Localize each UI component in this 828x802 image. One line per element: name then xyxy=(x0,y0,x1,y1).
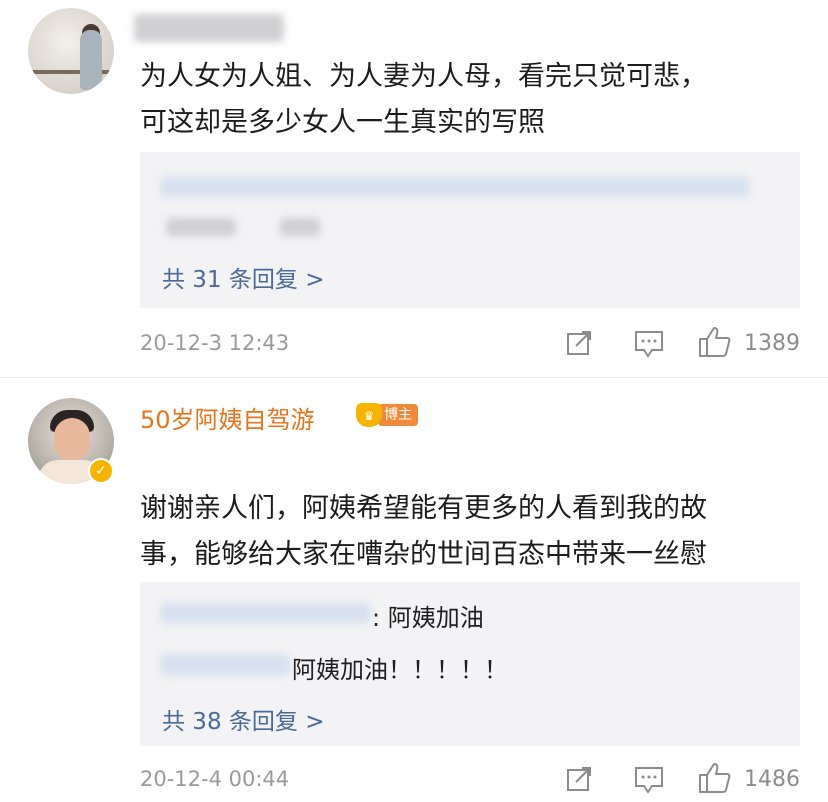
comment-text: 为人女为人姐、为人妻为人母，看完只觉可悲， 可这却是多少女人一生真实的写照 xyxy=(140,61,707,138)
blurred-reply-user xyxy=(160,654,290,676)
like-icon xyxy=(699,327,731,357)
share-button[interactable] xyxy=(566,766,594,792)
share-button[interactable] xyxy=(566,330,594,356)
reply-preview-box[interactable]: 共 31 条回复 > xyxy=(140,152,800,308)
share-icon xyxy=(567,331,591,355)
comment-time: 20-12-3 12:43 xyxy=(140,331,290,355)
blurred-reply xyxy=(280,218,320,236)
more-replies-link[interactable]: 共 31 条回复 > xyxy=(162,260,324,294)
badge-label: 博主 xyxy=(378,404,418,426)
blurred-reply xyxy=(160,176,750,198)
like-button[interactable] xyxy=(698,326,732,358)
like-button[interactable] xyxy=(698,762,732,794)
share-icon xyxy=(567,767,591,791)
vip-badge: ♛ 博主 xyxy=(356,402,418,428)
comment-icon xyxy=(635,767,663,794)
like-icon xyxy=(699,763,731,793)
like-count: 1389 xyxy=(744,331,800,356)
avatar[interactable] xyxy=(28,8,114,94)
username[interactable]: 50岁阿姨自驾游 xyxy=(140,400,315,435)
more-replies-link[interactable]: 共 38 条回复 > xyxy=(162,702,324,736)
blurred-username xyxy=(134,14,284,42)
comment-button[interactable] xyxy=(634,766,664,794)
like-count: 1486 xyxy=(744,767,800,792)
reply-text: 阿姨加油！！！！！ xyxy=(292,656,508,684)
comment-time: 20-12-4 00:44 xyxy=(140,767,290,791)
comment-button[interactable] xyxy=(634,330,664,358)
reply-preview-box[interactable]: : 阿姨加油 阿姨加油！！！！！ 共 38 条回复 > xyxy=(140,582,800,746)
comment-icon xyxy=(635,331,663,358)
comment-1: 为人女为人姐、为人妻为人母，看完只觉可悲， 可这却是多少女人一生真实的写照 共 … xyxy=(0,0,828,376)
blurred-reply-user xyxy=(160,602,370,624)
crown-icon: ♛ xyxy=(356,403,382,427)
blurred-reply xyxy=(166,218,236,236)
reply-text: : 阿姨加油 xyxy=(372,604,484,632)
comment-2: ✓ 50岁阿姨自驾游 ♛ 博主 谢谢亲人们，阿姨希望能有更多的人看到我的故 事，… xyxy=(0,378,828,802)
verified-icon: ✓ xyxy=(88,458,114,484)
